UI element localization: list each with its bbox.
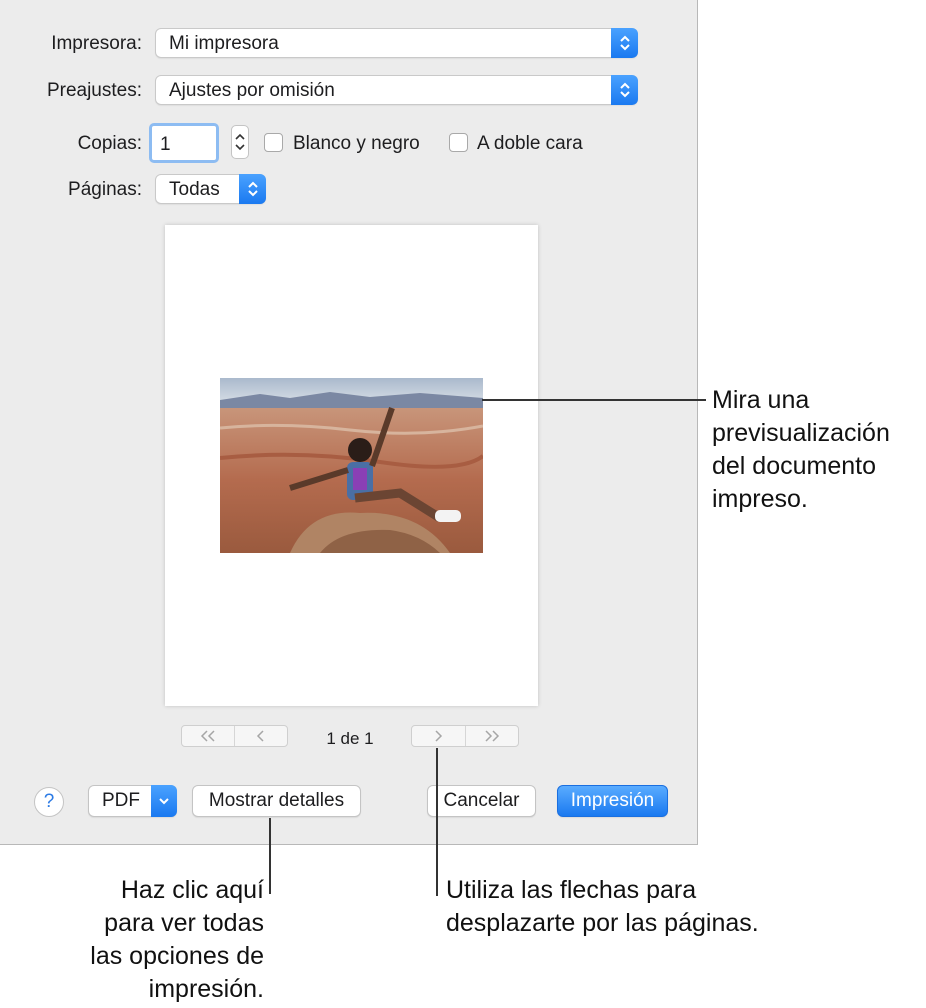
preview-callout: Mira una previsualización del documento … xyxy=(712,384,890,516)
presets-value: Ajustes por omisión xyxy=(169,80,335,101)
updown-arrows-icon xyxy=(611,75,638,105)
preview-photo xyxy=(220,378,483,553)
chevron-right-icon xyxy=(435,730,443,742)
copies-input[interactable]: 1 xyxy=(149,123,219,163)
details-callout-line-4: impresión. xyxy=(148,975,264,1003)
preview-callout-line-4: impreso. xyxy=(712,485,808,513)
pages-label: Páginas: xyxy=(68,179,142,200)
bw-checkbox[interactable] xyxy=(264,133,283,152)
pdf-label: PDF xyxy=(102,790,140,811)
chevron-left-icon xyxy=(256,730,264,742)
show-details-button[interactable]: Mostrar detalles xyxy=(192,785,361,817)
updown-arrows-icon xyxy=(239,174,266,204)
presets-label: Preajustes: xyxy=(46,80,142,101)
arrows-callout-line-2: desplazarte por las páginas. xyxy=(446,909,759,937)
arrows-callout: Utiliza las flechas para desplazarte por… xyxy=(446,874,759,940)
prev-page-button[interactable] xyxy=(234,726,287,746)
chevron-down-icon xyxy=(151,785,177,817)
printer-value: Mi impresora xyxy=(169,33,279,54)
details-callout-line xyxy=(269,818,271,894)
pages-value: Todas xyxy=(169,179,220,200)
page-preview xyxy=(165,225,538,706)
details-callout-line-1: Haz clic aquí xyxy=(120,876,264,904)
double-chevron-right-icon xyxy=(485,730,499,742)
printer-select[interactable]: Mi impresora xyxy=(155,28,638,58)
print-dialog: Impresora: Mi impresora Preajustes: Ajus… xyxy=(0,0,698,845)
help-button[interactable]: ? xyxy=(34,787,64,817)
preview-callout-line xyxy=(482,399,706,401)
copies-value: 1 xyxy=(160,134,171,155)
duplex-checkbox[interactable] xyxy=(449,133,468,152)
print-button[interactable]: Impresión xyxy=(557,785,668,817)
first-prev-nav xyxy=(181,725,288,747)
double-chevron-left-icon xyxy=(200,730,215,742)
next-last-nav xyxy=(411,725,519,747)
printer-label: Impresora: xyxy=(51,33,142,54)
updown-arrows-icon xyxy=(611,28,638,58)
last-page-button[interactable] xyxy=(464,726,519,746)
preview-callout-line-2: previsualización xyxy=(712,419,890,447)
details-callout: Haz clic aquí para ver todas las opcione… xyxy=(20,874,264,1006)
copies-stepper[interactable] xyxy=(231,125,249,159)
preview-callout-line-3: del documento xyxy=(712,452,877,480)
details-callout-line-3: las opciones de xyxy=(90,942,264,970)
cancel-button[interactable]: Cancelar xyxy=(427,785,536,817)
arrows-callout-line-1: Utiliza las flechas para xyxy=(446,876,697,904)
next-page-button[interactable] xyxy=(412,726,465,746)
preview-callout-line-1: Mira una xyxy=(712,386,810,414)
pdf-menu-button[interactable]: PDF xyxy=(88,785,177,817)
duplex-label: A doble cara xyxy=(477,133,583,154)
pages-select[interactable]: Todas xyxy=(155,174,266,204)
page-indicator: 1 de 1 xyxy=(326,729,374,748)
first-page-button[interactable] xyxy=(182,726,234,746)
stepper-arrows-icon xyxy=(235,133,245,151)
presets-select[interactable]: Ajustes por omisión xyxy=(155,75,638,105)
details-callout-line-2: para ver todas xyxy=(104,909,264,937)
copies-label: Copias: xyxy=(77,133,142,154)
bw-label: Blanco y negro xyxy=(293,133,420,154)
arrows-callout-line xyxy=(436,748,438,896)
